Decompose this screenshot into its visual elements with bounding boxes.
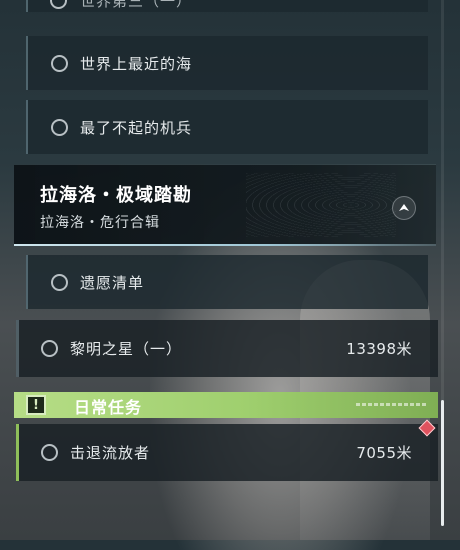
quest-item[interactable]: 世界上最近的海 bbox=[26, 36, 428, 90]
header-underline bbox=[14, 244, 436, 246]
quest-distance: 7055米 bbox=[356, 444, 412, 462]
quest-item-partial[interactable]: 世界第三（一） bbox=[26, 0, 428, 12]
radio-icon bbox=[51, 273, 68, 291]
radio-icon bbox=[51, 54, 68, 72]
daily-quest-item[interactable]: 击退流放者 7055米 bbox=[16, 424, 438, 481]
quest-item-main[interactable]: 黎明之星（一） 13398米 bbox=[16, 320, 438, 377]
quest-label: 遗愿清单 bbox=[80, 273, 145, 292]
chevron-up-icon bbox=[399, 204, 409, 211]
quest-label: 击退流放者 bbox=[70, 444, 151, 462]
collapse-button[interactable] bbox=[392, 196, 416, 220]
quest-distance: 13398米 bbox=[346, 340, 412, 358]
quest-group-subtitle: 拉海洛・危行合辑 bbox=[40, 215, 160, 231]
quest-list: 世界第三（一） 世界上最近的海 最了不起的机兵 拉海洛・极域踏勘 拉海洛・危行合… bbox=[0, 0, 460, 540]
radio-icon bbox=[51, 118, 68, 136]
daily-quests-header[interactable]: ! 日常任务 bbox=[14, 392, 438, 418]
exclamation-icon: ! bbox=[26, 395, 46, 415]
quest-label: 黎明之星（一） bbox=[70, 340, 183, 358]
radio-icon bbox=[41, 340, 58, 357]
quest-item[interactable]: 遗愿清单 bbox=[26, 255, 428, 309]
scrollbar-thumb[interactable] bbox=[441, 400, 444, 526]
radio-icon bbox=[41, 444, 58, 461]
quest-label: 最了不起的机兵 bbox=[80, 118, 193, 137]
quest-group-title: 拉海洛・极域踏勘 bbox=[40, 185, 192, 206]
topographic-pattern bbox=[246, 173, 396, 237]
radio-icon bbox=[50, 0, 67, 9]
quest-label: 世界第三（一） bbox=[80, 0, 193, 10]
quest-item[interactable]: 最了不起的机兵 bbox=[26, 100, 428, 154]
quest-group-header[interactable]: 拉海洛・极域踏勘 拉海洛・危行合辑 bbox=[14, 164, 436, 246]
daily-quests-title: 日常任务 bbox=[74, 398, 143, 417]
quest-label: 世界上最近的海 bbox=[80, 54, 193, 73]
header-decoration bbox=[356, 403, 426, 406]
